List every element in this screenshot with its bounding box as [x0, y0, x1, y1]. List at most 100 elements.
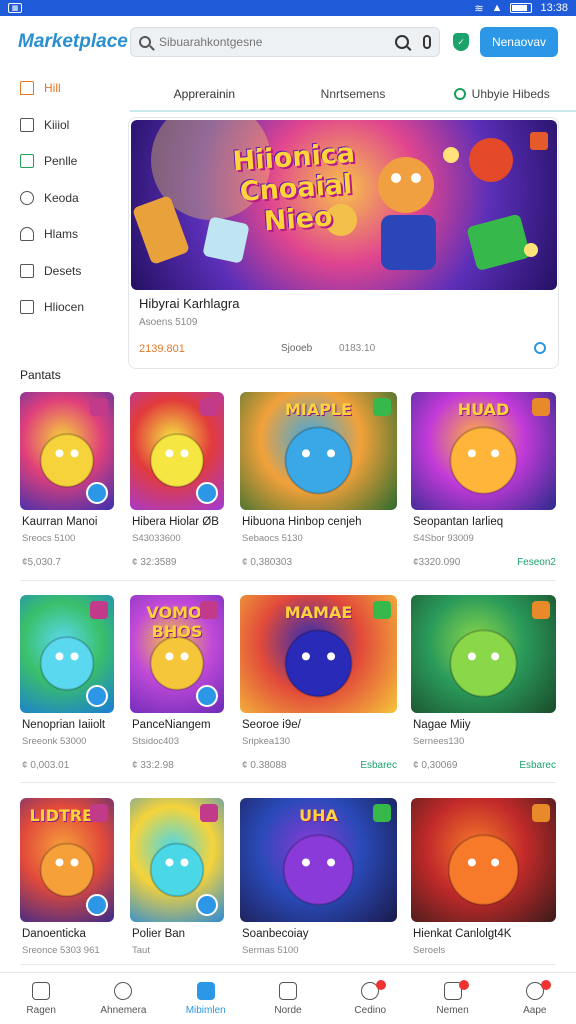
product-artwork[interactable]: MIAPLE — [240, 392, 397, 510]
product-artwork[interactable]: VOMOI BHOS — [130, 595, 224, 713]
nav-search[interactable]: Ahnemera — [82, 973, 164, 1024]
product-name: Danoenticka — [22, 928, 86, 940]
sidebar-item-calendar[interactable]: Penlle — [0, 143, 120, 180]
product-card[interactable]: MIAPLE Hibuona Hinbop cenjeh Sebaocs 5130 ¢… — [240, 392, 397, 568]
product-price: ¢3320.090 — [413, 557, 461, 568]
product-card[interactable]: Nagae Miiy Sernees130 ¢ 0,30069 Esbarec — [411, 595, 556, 771]
nav-label: Nemen — [436, 1005, 469, 1016]
notification-badge — [540, 980, 551, 990]
bookmark-icon[interactable] — [373, 804, 391, 822]
product-artwork[interactable] — [411, 798, 556, 922]
shield-icon[interactable]: ✓ — [453, 33, 469, 51]
document-icon — [20, 263, 34, 278]
sidebar-item-label: Penlle — [44, 154, 78, 169]
search-bar[interactable] — [130, 27, 440, 57]
sidebar-item-document[interactable]: Desets — [0, 253, 120, 290]
play-icon[interactable] — [196, 482, 218, 504]
play-icon[interactable] — [196, 894, 218, 916]
nav-store[interactable]: Mibimlen — [165, 973, 247, 1024]
bookmark-icon[interactable] — [532, 804, 550, 822]
product-artwork[interactable] — [20, 595, 114, 713]
product-subtitle: Taut — [132, 945, 150, 956]
store-icon — [196, 982, 215, 1000]
sidebar: Hill Kiiiol Penlle Keoda Hlams Desets Hl… — [0, 70, 120, 326]
product-subtitle: Sebaocs 5130 — [242, 533, 303, 544]
tab-2[interactable]: Uhbyie Hibeds — [427, 78, 576, 110]
product-card[interactable]: VOMOI BHOS PanceNiangem Stsidoc403 ¢ 33:2.9… — [130, 595, 224, 771]
play-icon[interactable] — [196, 685, 218, 707]
bookmark-icon[interactable] — [90, 398, 108, 416]
bookmark-icon[interactable] — [373, 601, 391, 619]
nav-notification[interactable]: Cedino — [329, 973, 411, 1024]
product-subtitle: Sernees130 — [413, 736, 465, 747]
product-card[interactable]: Hibera Hiolar ØB S43033600 ¢ 32:3589 — [130, 392, 224, 568]
row-divider — [20, 580, 556, 581]
nav-inbox[interactable]: Nemen — [411, 973, 493, 1024]
top-bar: Marketplace ✓ Nenaovav — [0, 16, 576, 68]
product-price: ¢ 0,380303 — [242, 557, 293, 568]
product-price: ¢ 0.38088 — [242, 760, 287, 771]
bookmark-icon[interactable] — [532, 398, 550, 416]
game-icon — [278, 982, 297, 1000]
bookmark-icon[interactable] — [373, 398, 391, 416]
product-artwork[interactable]: MAMAE — [240, 595, 397, 713]
app-logo[interactable]: Marketplace — [18, 31, 130, 53]
product-artwork[interactable]: HUAD — [411, 392, 556, 510]
sidebar-item-home[interactable]: Hill — [0, 70, 120, 107]
bookmark-icon[interactable] — [200, 398, 218, 416]
product-artwork[interactable]: LIDTRES — [20, 798, 114, 922]
nav-label: Norde — [274, 1005, 302, 1016]
featured-artwork[interactable]: Hiionica Cnoaial Nieo — [131, 120, 557, 290]
nav-game[interactable]: Norde — [247, 973, 329, 1024]
sidebar-item-user[interactable]: Hlams — [0, 216, 120, 253]
product-card[interactable]: MAMAE Seoroe i9e/Sripkea130 ¢ 0.38088 Esbar… — [240, 595, 397, 771]
product-name: Polier Ban — [132, 928, 186, 940]
product-subtitle: Stsidoc403 — [132, 736, 180, 747]
sidebar-item-library[interactable]: Kiiiol — [0, 107, 120, 144]
search-input[interactable] — [159, 35, 385, 49]
nav-label: Cedino — [354, 1005, 387, 1016]
product-artwork[interactable] — [20, 392, 114, 510]
product-card[interactable]: Kaurran Manoi Sreocs 5100 ¢5,030.7 — [20, 392, 114, 568]
nav-label: Ragen — [26, 1005, 56, 1016]
sidebar-item-search[interactable]: Keoda — [0, 180, 120, 217]
bookmark-icon[interactable] — [200, 601, 218, 619]
tab-1[interactable]: Nnrtsemens — [279, 78, 428, 110]
product-card[interactable]: LIDTRES Danoenticka Sreonce 5303 961 — [20, 798, 114, 956]
product-card[interactable]: Polier Ban Taut — [130, 798, 224, 956]
play-icon[interactable] — [86, 482, 108, 504]
play-icon[interactable] — [86, 685, 108, 707]
product-artwork[interactable]: UHA — [240, 798, 397, 922]
battery-icon — [510, 3, 533, 13]
product-subtitle: Sripkea130 — [242, 736, 291, 747]
product-card[interactable]: Hienkat Canlolgt4K Seroels — [411, 798, 556, 956]
featured-speed-label: Sjooeb — [281, 343, 313, 354]
product-tag: Esbarec — [360, 760, 397, 771]
product-card[interactable]: HUAD Seopantan Iarlieq S4Sbor 93009 ¢3320.0… — [411, 392, 556, 568]
featured-price: 2139.801 — [139, 343, 185, 355]
search-icon[interactable] — [534, 342, 546, 354]
primary-button[interactable]: Nenaovav — [480, 27, 558, 57]
product-artwork[interactable] — [130, 798, 224, 922]
nav-profile[interactable]: Aape — [494, 973, 576, 1024]
product-artwork[interactable] — [411, 595, 556, 713]
play-icon[interactable] — [86, 894, 108, 916]
sidebar-item-file[interactable]: Hliocen — [0, 289, 120, 326]
product-card[interactable]: Nenoprian Iaiiolt Sreeonk 53000 ¢ 0,003.01 — [20, 595, 114, 771]
bookmark-icon[interactable] — [90, 601, 108, 619]
nav-home[interactable]: Ragen — [0, 973, 82, 1024]
tab-0[interactable]: Apprerainin — [130, 78, 279, 110]
search-submit-icon[interactable] — [395, 35, 409, 49]
product-artwork[interactable] — [130, 392, 224, 510]
bookmark-icon[interactable] — [532, 601, 550, 619]
sidebar-item-label: Kiiiol — [44, 117, 70, 132]
featured-card[interactable]: Hiionica Cnoaial Nieo Hibyrai Karhlagra … — [128, 117, 559, 369]
bookmark-icon[interactable] — [90, 804, 108, 822]
microphone-icon[interactable] — [423, 35, 431, 49]
bookmark-icon[interactable] — [200, 804, 218, 822]
bookmark-icon[interactable] — [530, 132, 548, 150]
search-icon — [453, 88, 466, 100]
row-divider — [20, 964, 556, 965]
sidebar-item-label: Hill — [44, 81, 61, 96]
product-card[interactable]: UHA Soanbecoiay Sermas 5100 — [240, 798, 397, 956]
